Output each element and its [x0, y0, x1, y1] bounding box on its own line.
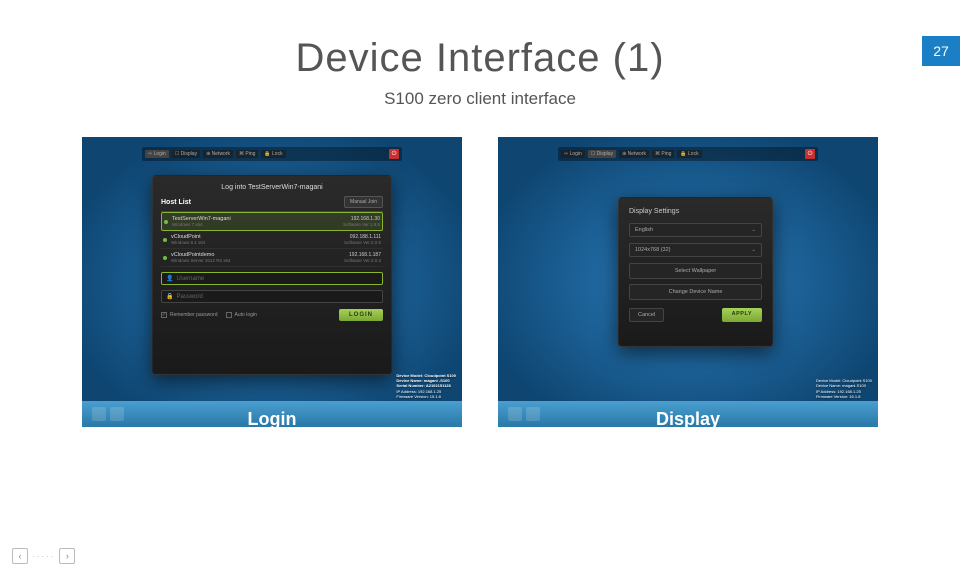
username-input[interactable]: 👤Username: [161, 272, 383, 285]
screenshot-caption: Display: [656, 409, 720, 430]
host-os: Windows 8.1 x64: [171, 240, 344, 245]
password-input[interactable]: 🔒Password: [161, 290, 383, 303]
slide-title: Device Interface (1): [0, 36, 960, 81]
tab-network[interactable]: ⊕ Network: [619, 150, 649, 158]
next-slide-button[interactable]: ›: [59, 548, 75, 564]
tab-display[interactable]: ☐ Display: [588, 150, 616, 158]
power-icon[interactable]: ⏻: [389, 149, 399, 159]
autologin-label: Auto login: [235, 312, 257, 318]
status-dot-icon: [163, 256, 167, 260]
page-number-badge: 27: [922, 36, 960, 66]
tab-ping[interactable]: ⌘ Ping: [652, 150, 674, 158]
chevron-down-icon: ⌄: [751, 247, 756, 253]
status-dot-icon: [164, 220, 168, 224]
nav-dots: ·····: [32, 552, 55, 561]
device-info: Device Model: Cloudpoint S100 Device Nam…: [396, 373, 456, 399]
login-bg: ⇨ Login ☐ Display ⊕ Network ⌘ Ping 🔒 Loc…: [82, 137, 462, 427]
chevron-down-icon: ⌄: [751, 227, 756, 233]
host-ver: Software Ver:2.0.5: [344, 240, 381, 245]
host-row[interactable]: TestServerWin7-maganiWindows 7 x64 192.1…: [161, 212, 383, 231]
slide-nav: ‹ ····· ›: [12, 548, 75, 564]
tab-display[interactable]: ☐ Display: [172, 150, 200, 158]
footer-icon[interactable]: [92, 407, 106, 421]
lock-icon: 🔒: [166, 293, 173, 300]
remember-label: Remember password: [170, 312, 218, 318]
host-ver: Software Ver:1.9.5: [343, 222, 380, 227]
placeholder: Password: [176, 294, 202, 300]
host-list-label: Host List: [161, 199, 191, 206]
footer-bar: Display: [498, 401, 878, 427]
device-name-button[interactable]: Change Device Name: [629, 284, 762, 300]
screenshot-caption: Login: [248, 409, 297, 430]
apply-button[interactable]: APPLY: [722, 308, 762, 322]
tab-network[interactable]: ⊕ Network: [203, 150, 233, 158]
power-icon[interactable]: ⏻: [805, 149, 815, 159]
wallpaper-button[interactable]: Select Wallpaper: [629, 263, 762, 279]
manual-join-button[interactable]: Manual Join: [344, 196, 383, 208]
autologin-checkbox[interactable]: [226, 312, 232, 318]
remember-checkbox[interactable]: ✓: [161, 312, 167, 318]
prev-slide-button[interactable]: ‹: [12, 548, 28, 564]
footer-icon[interactable]: [110, 407, 124, 421]
display-panel: Display Settings English⌄ 1024x768 (32)⌄…: [618, 197, 773, 347]
slide-subtitle: S100 zero client interface: [0, 89, 960, 109]
language-select[interactable]: English⌄: [629, 223, 762, 237]
device-info: Device Model: Cloudpoint S100 Device Nam…: [816, 378, 872, 399]
display-panel-title: Display Settings: [629, 208, 762, 215]
cancel-button[interactable]: Cancel: [629, 308, 664, 322]
placeholder: Username: [176, 276, 204, 282]
login-button[interactable]: LOGIN: [339, 309, 383, 321]
screenshots-row: ⇨ Login ☐ Display ⊕ Network ⌘ Ping 🔒 Loc…: [0, 137, 960, 427]
footer-icon[interactable]: [508, 407, 522, 421]
host-row[interactable]: vCloudPointWindows 8.1 x64 092.188.1.111…: [161, 231, 383, 249]
login-panel-title: Log into TestServerWin7-magani: [161, 184, 383, 191]
tab-login[interactable]: ⇨ Login: [145, 150, 169, 158]
screenshot-login: ⇨ Login ☐ Display ⊕ Network ⌘ Ping 🔒 Loc…: [82, 137, 462, 427]
resolution-select[interactable]: 1024x768 (32)⌄: [629, 243, 762, 257]
display-bg: ⇨ Login ☐ Display ⊕ Network ⌘ Ping 🔒 Loc…: [498, 137, 878, 427]
footer-bar: Login: [82, 401, 462, 427]
topbar: ⇨ Login ☐ Display ⊕ Network ⌘ Ping 🔒 Loc…: [142, 147, 402, 161]
screenshot-display: ⇨ Login ☐ Display ⊕ Network ⌘ Ping 🔒 Loc…: [498, 137, 878, 427]
host-os: Windows 7 x64: [172, 222, 343, 227]
footer-icon[interactable]: [526, 407, 540, 421]
status-dot-icon: [163, 238, 167, 242]
tab-lock[interactable]: 🔒 Lock: [677, 150, 701, 158]
tab-lock[interactable]: 🔒 Lock: [261, 150, 285, 158]
tab-ping[interactable]: ⌘ Ping: [236, 150, 258, 158]
host-ver: Software Ver:2.0.3: [344, 258, 381, 263]
host-os: Windows Server 2012 R2 x64: [171, 258, 344, 263]
topbar: ⇨ Login ☐ Display ⊕ Network ⌘ Ping 🔒 Loc…: [558, 147, 818, 161]
user-icon: 👤: [166, 275, 173, 282]
host-row[interactable]: vCloudPointdemoWindows Server 2012 R2 x6…: [161, 249, 383, 267]
login-panel: Log into TestServerWin7-magani Host List…: [152, 175, 392, 375]
tab-login[interactable]: ⇨ Login: [561, 150, 585, 158]
